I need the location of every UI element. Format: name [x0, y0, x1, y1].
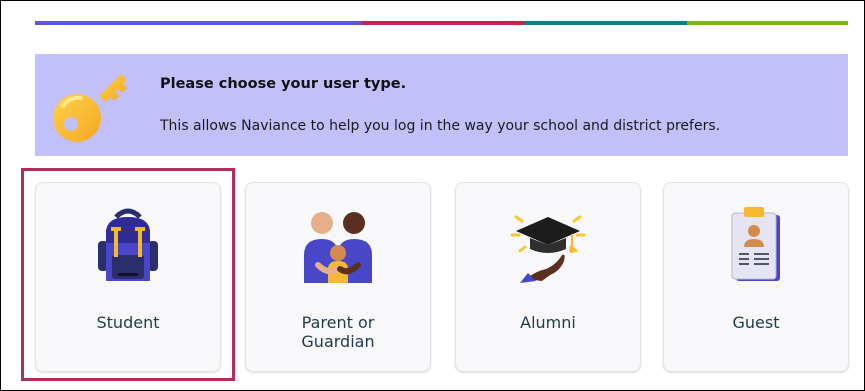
- guest-option[interactable]: Guest: [663, 182, 849, 372]
- progress-bar: [35, 21, 848, 25]
- key-icon: [53, 74, 127, 142]
- parent-child-icon: [304, 212, 372, 283]
- progress-segment-2: [361, 21, 524, 25]
- parent-guardian-label: Parent or Guardian: [301, 313, 375, 351]
- login-user-type-panel: Please choose your user type. This allow…: [0, 0, 865, 391]
- banner-title: Please choose your user type.: [160, 76, 407, 92]
- progress-segment-4: [687, 21, 848, 25]
- banner-description: This allows Naviance to help you log in …: [160, 118, 721, 134]
- progress-segment-1: [35, 21, 361, 25]
- progress-segment-3: [524, 21, 687, 25]
- parent-guardian-option[interactable]: Parent or Guardian: [245, 182, 431, 372]
- guest-label: Guest: [732, 313, 780, 332]
- selected-option-highlight: [21, 168, 235, 381]
- clipboard-badge-icon: [731, 207, 780, 281]
- info-banner: Please choose your user type. This allow…: [35, 54, 848, 156]
- alumni-label: Alumni: [520, 313, 576, 332]
- graduation-cap-icon: [510, 215, 586, 283]
- alumni-option[interactable]: Alumni: [455, 182, 641, 372]
